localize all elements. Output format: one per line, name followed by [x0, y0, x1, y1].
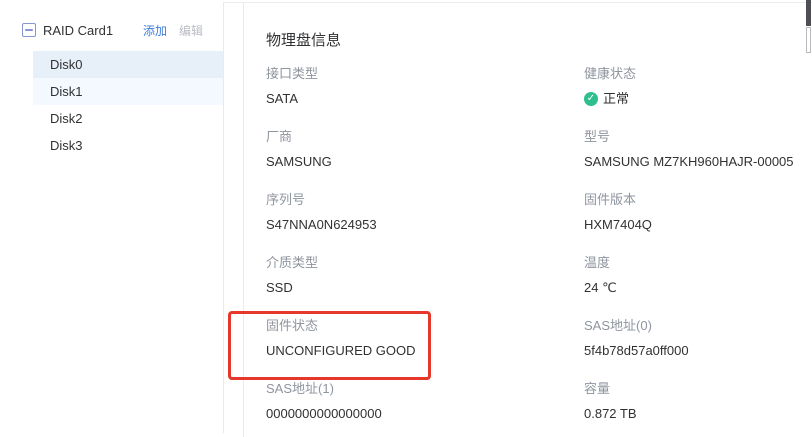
field-value: S47NNA0N624953 — [266, 216, 584, 234]
sidebar-item-disk2[interactable]: Disk2 — [33, 105, 223, 132]
field-value: UNCONFIGURED GOOD — [266, 342, 584, 360]
field-value: SSD — [266, 279, 584, 297]
field-value: 0.872 TB — [584, 405, 812, 423]
field-firmware-state: 固件状态 UNCONFIGURED GOOD — [266, 317, 584, 360]
field-temperature: 温度 24 ℃ — [584, 254, 812, 297]
field-label: 温度 — [584, 254, 812, 272]
field-vendor: 厂商 SAMSUNG — [266, 128, 584, 171]
collapse-minus-icon[interactable] — [22, 23, 36, 37]
field-label: 接口类型 — [266, 65, 584, 83]
field-label: SAS地址(0) — [584, 317, 812, 335]
field-label: 介质类型 — [266, 254, 584, 272]
field-value: SAMSUNG — [266, 153, 584, 171]
tree-actions: 添加 编辑 — [143, 22, 203, 39]
sidebar-item-disk3[interactable]: Disk3 — [33, 132, 223, 159]
field-sas-address-0: SAS地址(0) 5f4b78d57a0ff000 — [584, 317, 812, 360]
sidebar-item-disk1[interactable]: Disk1 — [33, 78, 223, 105]
field-label: 健康状态 — [584, 65, 812, 83]
field-serial-number: 序列号 S47NNA0N624953 — [266, 191, 584, 234]
field-label: 容量 — [584, 380, 812, 398]
field-health-status: 健康状态 ✓ 正常 — [584, 65, 812, 108]
disk-list: Disk0 Disk1 Disk2 Disk3 — [0, 51, 223, 159]
disk-fields-grid: 接口类型 SATA 健康状态 ✓ 正常 厂商 SAMSUNG 型号 SAMSUN… — [266, 65, 812, 423]
field-value: ✓ 正常 — [584, 90, 812, 108]
health-status-text: 正常 — [603, 90, 629, 108]
field-label: 固件版本 — [584, 191, 812, 209]
physical-disk-info-page: RAID Card1 添加 编辑 Disk0 Disk1 Disk2 Disk3… — [0, 0, 812, 437]
field-sas-address-1: SAS地址(1) 0000000000000000 — [266, 380, 584, 423]
field-value: 24 ℃ — [584, 279, 812, 297]
field-label: SAS地址(1) — [266, 380, 584, 398]
field-value: HXM7404Q — [584, 216, 812, 234]
field-model: 型号 SAMSUNG MZ7KH960HAJR-00005 — [584, 128, 812, 171]
scrollbar-thumb-dark[interactable] — [806, 0, 811, 26]
field-value: SAMSUNG MZ7KH960HAJR-00005 — [584, 153, 812, 171]
field-interface-type: 接口类型 SATA — [266, 65, 584, 108]
raid-card-label: RAID Card1 — [43, 23, 143, 38]
field-value: 0000000000000000 — [266, 405, 584, 423]
page-title: 物理盘信息 — [266, 29, 341, 50]
field-label: 型号 — [584, 128, 812, 146]
scrollbar-thumb-light[interactable] — [806, 27, 811, 53]
field-value: SATA — [266, 90, 584, 108]
edit-link[interactable]: 编辑 — [179, 22, 203, 39]
field-firmware-version: 固件版本 HXM7404Q — [584, 191, 812, 234]
field-value: 5f4b78d57a0ff000 — [584, 342, 812, 360]
add-link[interactable]: 添加 — [143, 22, 167, 39]
raid-tree-sidebar: RAID Card1 添加 编辑 Disk0 Disk1 Disk2 Disk3 — [0, 2, 224, 433]
field-label: 厂商 — [266, 128, 584, 146]
raid-card-node[interactable]: RAID Card1 添加 编辑 — [0, 16, 223, 44]
sidebar-item-disk0[interactable]: Disk0 — [33, 51, 223, 78]
field-label: 固件状态 — [266, 317, 584, 335]
field-capacity: 容量 0.872 TB — [584, 380, 812, 423]
success-check-icon: ✓ — [584, 92, 598, 106]
field-media-type: 介质类型 SSD — [266, 254, 584, 297]
field-label: 序列号 — [266, 191, 584, 209]
physical-disk-info-card: 物理盘信息 接口类型 SATA 健康状态 ✓ 正常 厂商 SAMSUNG 型号 … — [243, 2, 807, 437]
